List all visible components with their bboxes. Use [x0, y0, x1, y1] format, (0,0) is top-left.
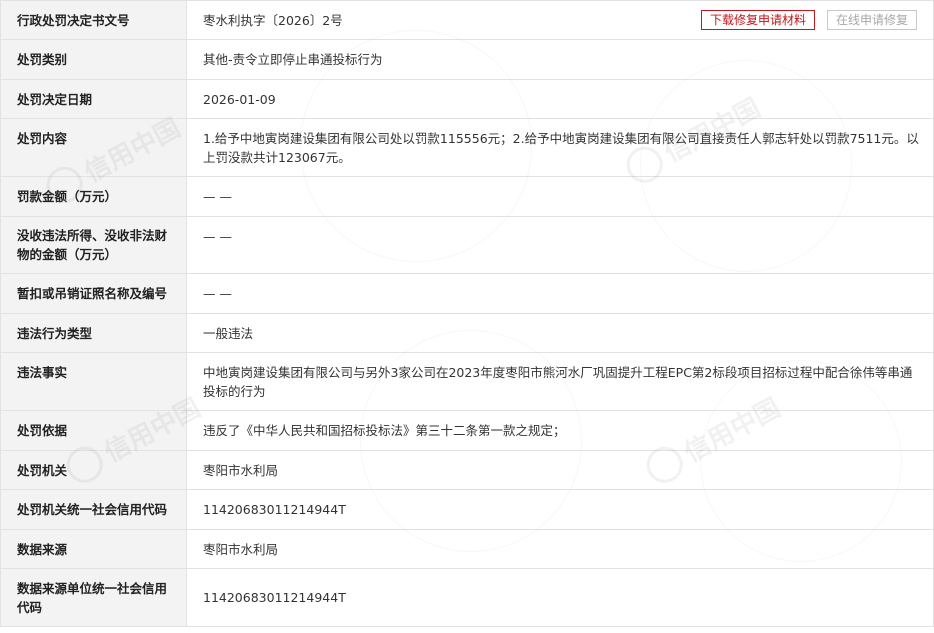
- repair-actions: 下载修复申请材料 在线申请修复: [700, 10, 917, 30]
- row-value: 枣阳市水利局: [186, 529, 934, 569]
- row-label: 处罚依据: [0, 410, 187, 451]
- row-value: 11420683011214944T: [186, 489, 934, 530]
- row-label: 违法事实: [0, 352, 187, 411]
- table-row: 数据来源 枣阳市水利局: [0, 529, 934, 569]
- table-row: 违法行为类型 一般违法: [0, 313, 934, 353]
- table-row: 暂扣或吊销证照名称及编号 — —: [0, 273, 934, 314]
- row-label: 违法行为类型: [0, 313, 187, 353]
- row-value: 违反了《中华人民共和国招标投标法》第三十二条第一款之规定；: [186, 410, 934, 451]
- row-value: 枣阳市水利局: [186, 450, 934, 490]
- table-row: 处罚决定日期 2026-01-09: [0, 79, 934, 119]
- download-repair-materials-button[interactable]: 下载修复申请材料: [700, 10, 815, 30]
- row-label: 罚款金额（万元）: [0, 176, 187, 217]
- row-value: — —: [186, 273, 934, 314]
- table-row: 数据来源单位统一社会信用代码 11420683011214944T: [0, 568, 934, 627]
- decision-number-value: 枣水利执字〔2026〕2号: [203, 12, 343, 28]
- row-value: 一般违法: [186, 313, 934, 353]
- row-value: — —: [186, 216, 934, 274]
- row-value: 2026-01-09: [186, 79, 934, 119]
- row-label: 行政处罚决定书文号: [0, 0, 187, 40]
- row-value: 1.给予中地寅岗建设集团有限公司处以罚款115556元；2.给予中地寅岗建设集团…: [186, 118, 934, 177]
- row-label: 暂扣或吊销证照名称及编号: [0, 273, 187, 314]
- row-value-cell: 枣水利执字〔2026〕2号 下载修复申请材料 在线申请修复: [186, 0, 934, 40]
- online-repair-application-button[interactable]: 在线申请修复: [826, 10, 917, 30]
- penalty-record-table: 行政处罚决定书文号 枣水利执字〔2026〕2号 下载修复申请材料 在线申请修复 …: [0, 0, 934, 627]
- table-row: 行政处罚决定书文号 枣水利执字〔2026〕2号 下载修复申请材料 在线申请修复: [0, 0, 934, 40]
- row-value: 11420683011214944T: [186, 568, 934, 627]
- row-label: 处罚内容: [0, 118, 187, 177]
- table-row: 处罚类别 其他-责令立即停止串通投标行为: [0, 39, 934, 80]
- table-row: 处罚依据 违反了《中华人民共和国招标投标法》第三十二条第一款之规定；: [0, 410, 934, 451]
- table-row: 处罚内容 1.给予中地寅岗建设集团有限公司处以罚款115556元；2.给予中地寅…: [0, 118, 934, 177]
- table-row: 处罚机关统一社会信用代码 11420683011214944T: [0, 489, 934, 530]
- decision-number-cell: 枣水利执字〔2026〕2号 下载修复申请材料 在线申请修复: [203, 10, 921, 30]
- row-label: 处罚机关: [0, 450, 187, 490]
- table-row: 违法事实 中地寅岗建设集团有限公司与另外3家公司在2023年度枣阳市熊河水厂巩固…: [0, 352, 934, 411]
- row-value: 其他-责令立即停止串通投标行为: [186, 39, 934, 80]
- row-label: 没收违法所得、没收非法财物的金额（万元）: [0, 216, 187, 274]
- table-row: 没收违法所得、没收非法财物的金额（万元） — —: [0, 216, 934, 274]
- table-row: 处罚机关 枣阳市水利局: [0, 450, 934, 490]
- row-label: 处罚决定日期: [0, 79, 187, 119]
- row-label: 处罚类别: [0, 39, 187, 80]
- row-value: 中地寅岗建设集团有限公司与另外3家公司在2023年度枣阳市熊河水厂巩固提升工程E…: [186, 352, 934, 411]
- table-row: 罚款金额（万元） — —: [0, 176, 934, 217]
- row-value: — —: [186, 176, 934, 217]
- row-label: 处罚机关统一社会信用代码: [0, 489, 187, 530]
- row-label: 数据来源: [0, 529, 187, 569]
- row-label: 数据来源单位统一社会信用代码: [0, 568, 187, 627]
